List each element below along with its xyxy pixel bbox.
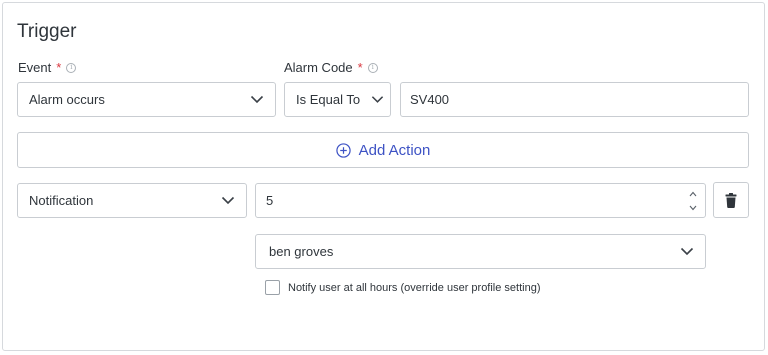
event-select-value: Alarm occurs xyxy=(29,92,105,107)
operator-select-value: Is Equal To xyxy=(296,92,361,107)
operator-select[interactable]: Is Equal To xyxy=(284,82,391,117)
plus-circle-icon xyxy=(335,142,351,158)
trash-icon xyxy=(725,192,737,208)
chevron-up-icon[interactable] xyxy=(689,191,697,197)
alarm-code-input[interactable]: SV400 xyxy=(400,82,749,117)
add-action-button[interactable]: Add Action xyxy=(17,132,749,168)
info-icon[interactable]: i xyxy=(66,62,77,73)
chevron-down-icon xyxy=(680,247,694,255)
chevron-down-icon xyxy=(250,95,264,103)
notify-all-hours-checkbox[interactable] xyxy=(265,280,280,295)
add-action-label: Add Action xyxy=(358,141,431,159)
action-type-value: Notification xyxy=(29,193,94,208)
alarm-code-label-text: Alarm Code xyxy=(284,60,353,75)
chevron-down-icon[interactable] xyxy=(689,205,697,211)
trigger-panel xyxy=(2,2,765,351)
delete-action-button[interactable] xyxy=(713,182,749,218)
quantity-stepper[interactable]: 5 xyxy=(255,183,706,218)
alarm-code-input-value: SV400 xyxy=(410,92,450,107)
notify-all-hours-row: Notify user at all hours (override user … xyxy=(265,280,541,295)
event-label-text: Event xyxy=(18,60,52,75)
quantity-value: 5 xyxy=(266,193,274,208)
event-label: Event * i xyxy=(18,60,77,75)
alarm-code-label: Alarm Code * i xyxy=(284,60,378,75)
required-asterisk: * xyxy=(357,60,363,75)
notify-all-hours-label: Notify user at all hours (override user … xyxy=(288,281,541,294)
user-select-value: ben groves xyxy=(269,244,334,259)
spinner-controls[interactable] xyxy=(689,191,697,211)
required-asterisk: * xyxy=(56,60,62,75)
panel-title: Trigger xyxy=(17,21,77,42)
action-type-select[interactable]: Notification xyxy=(17,183,247,218)
event-select[interactable]: Alarm occurs xyxy=(17,82,276,117)
chevron-down-icon xyxy=(221,196,235,204)
user-select[interactable]: ben groves xyxy=(255,234,706,269)
chevron-down-icon xyxy=(371,95,384,103)
info-icon[interactable]: i xyxy=(367,62,378,73)
